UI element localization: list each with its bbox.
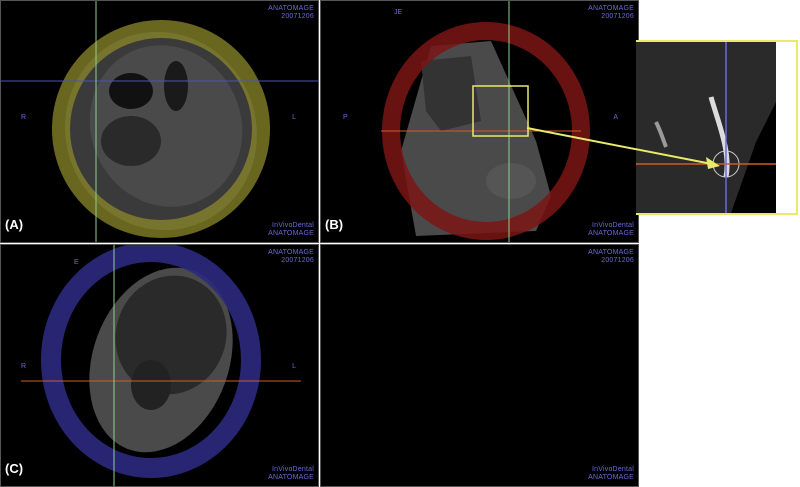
axial-orient-right: L: [292, 114, 296, 121]
volume-viewport[interactable]: ANATOMAGE 20071206 InVivoDental ANATOMAGE: [320, 244, 639, 487]
coronal-orient-top: E: [74, 259, 79, 266]
sagittal-orient-left: P: [343, 114, 348, 121]
axial-image: [1, 1, 318, 242]
coronal-image: [21, 245, 301, 486]
sagittal-viewport[interactable]: ANATOMAGE 20071206 InVivoDental ANATOMAGE …: [320, 0, 639, 243]
panel-label-a: (A): [5, 217, 24, 232]
zoom-inset-image: [636, 42, 776, 213]
volume-watermark-bottom: InVivoDental ANATOMAGE: [588, 466, 634, 481]
axial-watermark-top: ANATOMAGE 20071206: [268, 5, 314, 20]
zoom-inset-svg: [636, 42, 776, 213]
sagittal-orient-top: JE: [394, 9, 403, 16]
coronal-orient-left: R: [21, 363, 27, 370]
sagittal-watermark-top: ANATOMAGE 20071206: [588, 5, 634, 20]
coronal-viewport[interactable]: ANATOMAGE 20071206 InVivoDental ANATOMAGE …: [0, 244, 319, 487]
coronal-watermark-top: ANATOMAGE 20071206: [268, 249, 314, 264]
axial-orient-left: R: [21, 114, 27, 121]
panel-label-b: (B): [325, 217, 344, 232]
sagittal-image: [381, 1, 590, 242]
volume-watermark-top: ANATOMAGE 20071206: [588, 249, 634, 264]
sagittal-watermark-bottom: InVivoDental ANATOMAGE: [588, 222, 634, 237]
coronal-orient-right: L: [292, 363, 296, 370]
sagittal-orient-right: A: [613, 114, 618, 121]
axial-viewport[interactable]: ANATOMAGE 20071206 InVivoDental ANATOMAGE …: [0, 0, 319, 243]
coronal-watermark-bottom: InVivoDental ANATOMAGE: [268, 466, 314, 481]
axial-watermark-bottom: InVivoDental ANATOMAGE: [268, 222, 314, 237]
panel-label-c: (C): [5, 461, 24, 476]
